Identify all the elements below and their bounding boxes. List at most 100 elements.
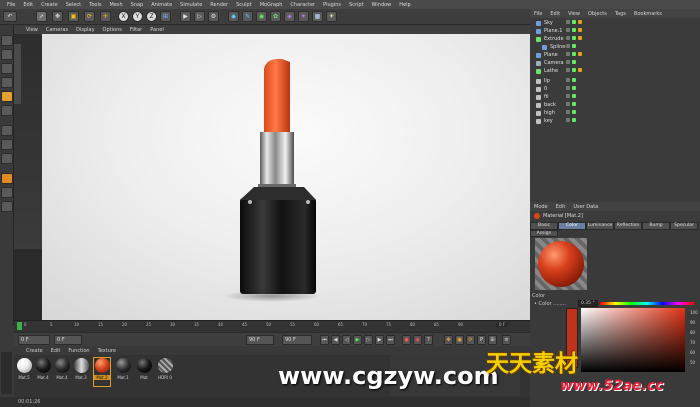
menu-simulate[interactable]: Simulate <box>176 2 206 8</box>
object-row[interactable]: Spline <box>530 43 700 51</box>
snap-icon[interactable] <box>1 139 13 150</box>
menu-character[interactable]: Character <box>286 2 319 8</box>
color-picker-field[interactable] <box>581 308 685 372</box>
viewport-menu-cameras[interactable]: Cameras <box>42 27 72 33</box>
prev-key-icon[interactable]: ◀ <box>331 335 340 345</box>
texture-mode-icon[interactable] <box>1 49 13 60</box>
keyframe-selection-icon[interactable]: ? <box>424 335 433 345</box>
tab-bump[interactable]: Bump <box>642 222 670 230</box>
scene-icon[interactable]: ✦ <box>298 11 309 22</box>
material-menu-edit[interactable]: Edit <box>47 348 65 354</box>
viewport-menu-options[interactable]: Options <box>99 27 126 33</box>
play-icon[interactable]: ▶ <box>353 335 362 345</box>
rotate-icon[interactable]: ⟳ <box>84 11 95 22</box>
key-param-icon[interactable]: P <box>477 335 486 345</box>
objects-menu-objects[interactable]: Objects <box>584 11 611 17</box>
array-icon[interactable]: ✿ <box>270 11 281 22</box>
key-position-icon[interactable]: ✥ <box>444 335 453 345</box>
next-frame-icon[interactable]: ▷ <box>364 335 373 345</box>
make-editable-icon[interactable] <box>1 35 13 46</box>
deformer-icon[interactable]: ◈ <box>284 11 295 22</box>
viewport-menu-display[interactable]: Display <box>72 27 98 33</box>
material-preview[interactable] <box>535 238 587 290</box>
move-icon[interactable]: ✥ <box>52 11 63 22</box>
key-scale-icon[interactable]: ▣ <box>455 335 464 345</box>
viewport-menu-view[interactable]: View <box>22 27 42 33</box>
x-axis-icon[interactable]: X <box>118 11 129 22</box>
preview-end-field[interactable]: 90 F <box>282 335 312 345</box>
tab-color[interactable]: Color <box>558 222 586 230</box>
material-swatch[interactable]: Mat.1 <box>115 358 131 386</box>
object-row[interactable]: fil <box>530 93 700 101</box>
y-axis-icon[interactable]: Y <box>132 11 143 22</box>
object-row[interactable]: Plane <box>530 51 700 59</box>
objects-menu-edit[interactable]: Edit <box>546 11 564 17</box>
material-swatch[interactable]: HDRI 0 <box>157 358 173 386</box>
render-view-icon[interactable]: ▷ <box>194 11 205 22</box>
viewport-3d[interactable] <box>14 34 530 320</box>
goto-start-icon[interactable]: ⏮ <box>320 335 329 345</box>
goto-end-icon[interactable]: ⏭ <box>386 335 395 345</box>
menu-select[interactable]: Select <box>62 2 85 8</box>
object-row[interactable]: Sky <box>530 19 700 27</box>
menu-script[interactable]: Script <box>345 2 368 8</box>
material-swatch-selected[interactable]: Mat.2 <box>93 357 111 387</box>
polygons-mode-icon[interactable] <box>1 91 13 102</box>
object-row[interactable]: key <box>530 117 700 125</box>
current-frame-field[interactable]: 0 F <box>54 335 82 345</box>
end-frame-field[interactable]: 90 F <box>246 335 274 345</box>
object-row[interactable]: back <box>530 101 700 109</box>
render-settings-icon[interactable]: ⚙ <box>208 11 219 22</box>
menu-edit[interactable]: Edit <box>19 2 37 8</box>
object-row[interactable]: high <box>530 109 700 117</box>
workplane-icon[interactable] <box>1 153 13 164</box>
pen-icon[interactable]: ✎ <box>242 11 253 22</box>
material-swatch[interactable]: Mat.5 <box>16 358 32 386</box>
playhead[interactable] <box>17 322 22 330</box>
attr-menu-user-data[interactable]: User Data <box>569 204 602 210</box>
menu-animate[interactable]: Animate <box>147 2 176 8</box>
object-row[interactable]: Lathe <box>530 67 700 75</box>
object-row[interactable]: Extrude <box>530 35 700 43</box>
key-rotation-icon[interactable]: ⟳ <box>466 335 475 345</box>
material-menu-texture[interactable]: Texture <box>94 348 120 354</box>
timeline-ruler[interactable]: 0 5 10 15 20 25 30 35 40 45 50 55 60 65 … <box>14 320 530 332</box>
menu-render[interactable]: Render <box>206 2 232 8</box>
menu-sculpt[interactable]: Sculpt <box>232 2 256 8</box>
record-icon[interactable]: ● <box>402 335 411 345</box>
magnet-icon[interactable] <box>1 173 13 184</box>
prev-frame-icon[interactable]: ◁ <box>342 335 351 345</box>
menu-create[interactable]: Create <box>37 2 62 8</box>
tab-luminance[interactable]: Luminance <box>586 222 614 230</box>
objects-menu-bookmarks[interactable]: Bookmarks <box>630 11 666 17</box>
material-swatch[interactable]: Mat.4 <box>54 358 70 386</box>
tweak-mode-icon[interactable] <box>1 125 13 136</box>
tab-basic[interactable]: Basic <box>530 222 558 230</box>
viewport-menu-filter[interactable]: Filter <box>126 27 146 33</box>
edges-mode-icon[interactable] <box>1 77 13 88</box>
grid-icon[interactable] <box>1 201 13 212</box>
menu-window[interactable]: Window <box>368 2 396 8</box>
menu-mograph[interactable]: MoGraph <box>256 2 287 8</box>
cube-icon[interactable]: ◆ <box>228 11 239 22</box>
menu-plugins[interactable]: Plugins <box>319 2 345 8</box>
tab-specular[interactable]: Specular <box>670 222 698 230</box>
timeline-end-field[interactable]: 0 F <box>496 322 509 327</box>
points-mode-icon[interactable] <box>1 63 13 74</box>
render-icon[interactable]: ▶ <box>180 11 191 22</box>
viewport-menu-panel[interactable]: Panel <box>146 27 168 33</box>
objects-menu-file[interactable]: File <box>530 11 546 17</box>
camera-icon[interactable]: ▦ <box>312 11 323 22</box>
autokey-icon[interactable]: ◉ <box>413 335 422 345</box>
object-row[interactable]: lip <box>530 77 700 85</box>
axis-mode-icon[interactable] <box>1 105 13 116</box>
pointer-icon[interactable]: ➚ <box>36 11 47 22</box>
lock-icon[interactable] <box>1 187 13 198</box>
subdivide-icon[interactable]: ◉ <box>256 11 267 22</box>
tab-reflection[interactable]: Reflection <box>614 222 642 230</box>
hue-slider[interactable] <box>600 302 694 305</box>
material-menu-create[interactable]: Create <box>22 348 47 354</box>
menu-file[interactable]: File <box>3 2 19 8</box>
tab-assign[interactable]: Assign <box>530 230 558 237</box>
attr-menu-mode[interactable]: Mode <box>530 204 552 210</box>
